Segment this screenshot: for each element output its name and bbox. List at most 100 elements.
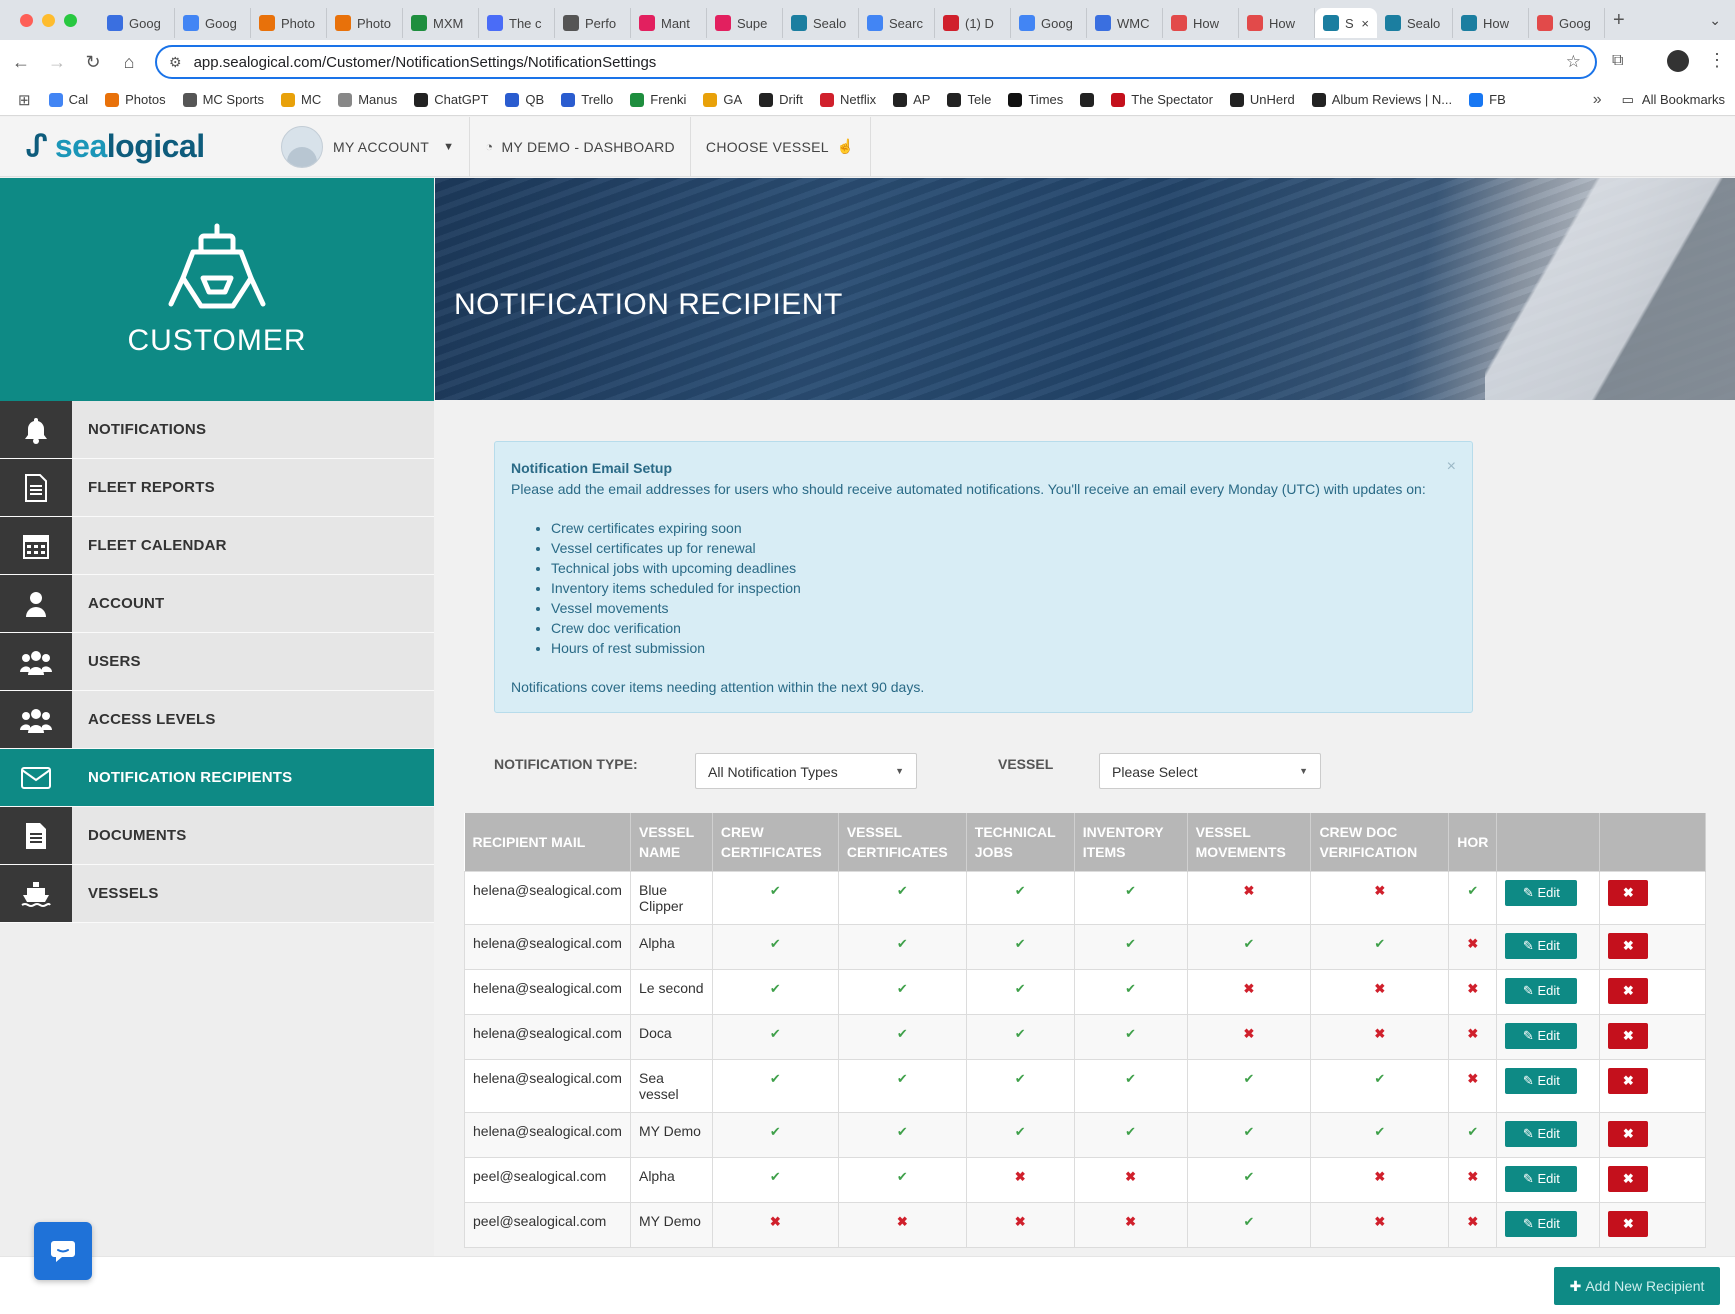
browser-tab[interactable]: Searc [859,8,935,38]
user-icon [0,575,72,632]
bookmark-item[interactable] [1080,92,1095,107]
url-text[interactable]: app.sealogical.com/Customer/Notification… [194,54,657,71]
more-bookmarks-icon[interactable]: » [1593,91,1602,109]
close-window-icon[interactable] [20,13,33,27]
address-bar[interactable]: ⚙ app.sealogical.com/Customer/Notificati… [155,45,1597,79]
bookmark-item[interactable]: AP [893,92,930,107]
browser-tab[interactable]: Photo [251,8,327,38]
minimize-window-icon[interactable] [42,13,55,27]
tab-favicon-icon [335,15,351,31]
sidebar-item-users[interactable]: USERS [0,633,434,691]
site-info-icon[interactable]: ⚙ [169,54,182,71]
browser-tab[interactable]: WMC [1087,8,1163,38]
all-bookmarks[interactable]: ▭ All Bookmarks [1622,92,1725,108]
alert-close-icon[interactable]: × [1447,458,1456,476]
bookmark-item[interactable]: Frenki [630,92,686,107]
back-icon[interactable]: ← [6,52,36,73]
sidebar-item-access-levels[interactable]: ACCESS LEVELS [0,691,434,749]
bookmark-item[interactable]: Netflix [820,92,876,107]
bookmark-item[interactable]: Tele [947,92,991,107]
bookmark-item[interactable]: Photos [105,92,166,107]
bookmark-item[interactable]: MC Sports [182,92,264,107]
bookmark-item[interactable]: Album Reviews | N... [1311,92,1452,107]
reload-icon[interactable]: ↻ [78,52,108,73]
sidebar-item-fleet-calendar[interactable]: FLEET CALENDAR [0,517,434,575]
close-tab-icon[interactable]: × [1361,16,1369,31]
browser-tab[interactable]: Perfo [555,8,631,38]
chat-widget-button[interactable] [34,1222,92,1280]
delete-button[interactable]: ✖ [1608,1120,1649,1147]
vessel-select[interactable]: Please Select ▼ [1099,753,1321,789]
bookmark-item[interactable]: MC [280,92,321,107]
bookmark-item[interactable]: The Spectator [1111,92,1213,107]
edit-button[interactable]: ✎ Edit [1505,1022,1578,1049]
edit-button[interactable]: ✎ Edit [1505,1120,1578,1147]
delete-button[interactable]: ✖ [1608,1165,1649,1192]
edit-button[interactable]: ✎ Edit [1505,1210,1578,1237]
browser-tab[interactable]: MXM [403,8,479,38]
new-tab-icon[interactable]: + [1613,9,1625,32]
delete-button[interactable]: ✖ [1608,977,1649,1004]
my-account-menu[interactable]: MY ACCOUNT ▼ [266,116,471,177]
dashboard-link[interactable]: ◔ MY DEMO - DASHBOARD [470,116,691,177]
caret-down-icon: ▼ [443,140,455,153]
flag-cell: ✔ [1186,1156,1312,1203]
browser-tab[interactable]: The c [479,8,555,38]
maximize-window-icon[interactable] [64,13,77,27]
bookmark-item[interactable]: UnHerd [1229,92,1295,107]
browser-tab[interactable]: Photo [327,8,403,38]
delete-button[interactable]: ✖ [1608,879,1649,906]
bookmark-star-icon[interactable]: ☆ [1566,52,1581,72]
bookmark-item[interactable]: QB [505,92,544,107]
apps-grid-icon[interactable]: ⊞ [18,91,31,109]
tab-search-icon[interactable]: ⌄ [1709,12,1721,29]
browser-tab[interactable]: Goog [1529,8,1605,38]
delete-button[interactable]: ✖ [1608,1210,1649,1237]
bookmark-item[interactable]: Times [1008,92,1063,107]
delete-button[interactable]: ✖ [1608,1067,1649,1094]
browser-tab[interactable]: Goog [1011,8,1087,38]
bookmark-item[interactable]: GA [703,92,742,107]
bookmark-item[interactable]: Drift [759,92,803,107]
browser-tab[interactable]: Sealo [1377,8,1453,38]
bookmark-item[interactable]: FB [1469,92,1506,107]
delete-button[interactable]: ✖ [1608,932,1649,959]
browser-tab[interactable]: Goog [99,8,175,38]
edit-button[interactable]: ✎ Edit [1505,879,1578,906]
profile-avatar[interactable] [1667,50,1689,72]
bookmark-item[interactable]: Trello [561,92,613,107]
sidebar-item-fleet-reports[interactable]: FLEET REPORTS [0,459,434,517]
sealogical-logo[interactable]: ᔑ sea logical [26,128,266,165]
add-new-recipient-button[interactable]: ✚ Add New Recipient [1554,1267,1720,1305]
home-icon[interactable]: ⌂ [114,52,144,73]
flag-cell: ✖ [1448,1058,1498,1113]
extensions-icon[interactable]: ⧉ [1612,52,1623,70]
edit-button[interactable]: ✎ Edit [1505,932,1578,959]
sidebar-item-label: VESSELS [88,885,159,902]
edit-button[interactable]: ✎ Edit [1505,1165,1578,1192]
notification-type-select[interactable]: All Notification Types ▼ [695,753,917,789]
browser-tab[interactable]: How [1453,8,1529,38]
sidebar-item-account[interactable]: ACCOUNT [0,575,434,633]
delete-button[interactable]: ✖ [1608,1022,1649,1049]
sidebar-item-notification-recipients[interactable]: NOTIFICATION RECIPIENTS [0,749,434,807]
sidebar-item-notifications[interactable]: NOTIFICATIONS [0,401,434,459]
edit-button[interactable]: ✎ Edit [1505,977,1578,1004]
browser-tab[interactable]: How [1163,8,1239,38]
browser-tab[interactable]: Sealo [783,8,859,38]
browser-menu-icon[interactable]: ⋮ [1708,50,1726,71]
bookmark-item[interactable]: Cal [48,92,88,107]
forward-icon[interactable]: → [42,52,72,73]
browser-tab[interactable]: Goog [175,8,251,38]
sidebar-item-documents[interactable]: DOCUMENTS [0,807,434,865]
bookmark-item[interactable]: ChatGPT [414,92,488,107]
browser-tab[interactable]: How [1239,8,1315,38]
browser-tab[interactable]: S × [1315,8,1377,38]
sidebar-item-vessels[interactable]: VESSELS [0,865,434,923]
bookmark-item[interactable]: Manus [338,92,397,107]
edit-button[interactable]: ✎ Edit [1505,1067,1578,1094]
browser-tab[interactable]: (1) D [935,8,1011,38]
browser-tab[interactable]: Supe [707,8,783,38]
browser-tab[interactable]: Mant [631,8,707,38]
choose-vessel-link[interactable]: CHOOSE VESSEL ☝ [691,116,871,177]
